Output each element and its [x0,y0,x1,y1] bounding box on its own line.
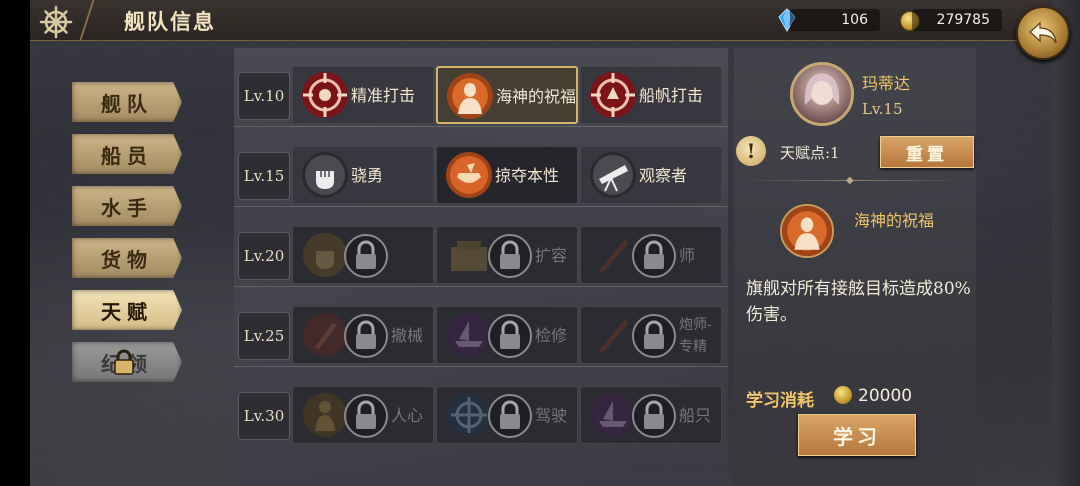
talent-node[interactable]: 船帆打击 [580,66,722,124]
level-label: Lv.30 [238,392,290,440]
back-arrow-icon [1029,21,1057,44]
talent-node-locked[interactable]: 检修 [436,306,578,364]
talent-row: Lv.15 骁勇 掠夺本性 观察者 [234,144,728,207]
selected-talent-name: 海神的祝福 [854,211,935,230]
talent-name: 撤械 [391,326,424,345]
ship-icon [589,391,637,439]
telescope-icon [589,151,637,199]
sword-icon [589,311,637,359]
talent-node-locked[interactable]: 师 [580,226,722,284]
tab-label: 舰队 [101,91,153,116]
page-title: 舰队信息 [124,9,216,34]
talent-node-locked[interactable]: 撤械 [292,306,434,364]
talent-node[interactable]: 观察者 [580,146,722,204]
talent-description: 旗舰对所有接舷目标造成80%伤害。 [746,279,971,325]
talent-name: 观察者 [639,166,688,185]
talent-node[interactable]: 掠夺本性 [436,146,578,204]
talent-name: 船帆打击 [639,86,704,105]
level-label: Lv.10 [238,72,290,120]
left-edge [0,0,30,486]
tab-crew[interactable]: 船员 [72,134,182,174]
reset-button[interactable]: 重置 [880,136,974,168]
talent-tree: Lv.10 精准打击 海神的祝福 船帆打击 Lv.15 骁勇 掠夺本性 观察者 … [234,48,728,486]
talent-name [351,227,435,285]
talent-node-locked[interactable]: 船只 [580,386,722,444]
talent-name: 精准打击 [351,86,416,105]
divider-ornament-icon: ◆ [846,175,854,186]
ship-wheel-icon [38,4,74,40]
sea-god-icon [780,204,834,258]
captain-name: 玛蒂达 [862,74,911,93]
cost-value: 20000 [858,386,913,406]
talent-name: 检修 [535,326,568,345]
talent-node-locked[interactable]: 驾驶 [436,386,578,444]
helm-icon [445,391,493,439]
lock-icon [114,349,134,375]
tab-label: 货物 [101,247,153,272]
learn-button[interactable]: 学习 [798,414,916,456]
ship-icon [445,311,493,359]
treasure-icon [445,151,493,199]
talent-name: 骁勇 [351,166,384,185]
talent-node[interactable]: 骁勇 [292,146,434,204]
talent-node-locked[interactable]: 人心 [292,386,434,444]
tab-locked[interactable]: 纪领 [72,342,182,382]
tab-label: 船员 [101,143,153,168]
tab-label: 水手 [101,195,153,220]
talent-name: 扩容 [535,246,568,265]
target-icon [301,71,349,119]
cargo-icon [445,231,493,279]
talent-name: 船只 [679,406,712,425]
talent-name: 师 [679,246,696,265]
talent-row: Lv.25 撤械 检修 炮师-专精 [234,304,728,367]
target-icon [589,71,637,119]
talent-node-locked[interactable]: 扩容 [436,226,578,284]
level-label: Lv.15 [238,152,290,200]
fist-icon [301,151,349,199]
captain-level: Lv.15 [862,100,903,118]
fist-icon [301,231,349,279]
talent-name: 人心 [391,406,424,425]
level-label: Lv.20 [238,232,290,280]
gold-coin-icon [834,386,852,404]
gold-count: 279785 [912,9,1002,31]
level-label: Lv.25 [238,312,290,360]
talent-row: Lv.30 人心 驾驶 船只 [234,384,728,446]
divider [744,180,964,181]
sea-god-icon [446,72,494,120]
talent-name: 炮师-专精 [679,317,712,355]
cost-label: 学习消耗 [746,391,814,411]
talent-points: 天赋点:1 [780,144,840,162]
side-tabs: 舰队 船员 水手 货物 天赋 纪领 [72,82,182,394]
knife-icon [301,311,349,359]
talent-node-locked[interactable]: 炮师-专精 [580,306,722,364]
right-edge [1052,0,1080,486]
avatar[interactable] [790,62,854,126]
talent-node-selected[interactable]: 海神的祝福 [436,66,578,124]
talent-node-locked[interactable] [292,226,434,284]
tab-label: 天赋 [101,299,153,324]
tab-talent[interactable]: 天赋 [72,290,182,330]
talent-name: 驾驶 [535,406,568,425]
gem-count: 106 [790,9,880,31]
tab-sailors[interactable]: 水手 [72,186,182,226]
back-button[interactable] [1016,6,1070,60]
person-icon [301,391,349,439]
sword-icon [589,231,637,279]
talent-row: Lv.10 精准打击 海神的祝福 船帆打击 [234,64,728,127]
talent-name: 掠夺本性 [495,166,560,185]
tab-cargo[interactable]: 货物 [72,238,182,278]
exclamation-icon[interactable]: ! [736,136,766,166]
tab-fleet[interactable]: 舰队 [72,82,182,122]
talent-node[interactable]: 精准打击 [292,66,434,124]
talent-name: 海神的祝福 [496,87,577,106]
talent-row: Lv.20 扩容 师 [234,224,728,287]
